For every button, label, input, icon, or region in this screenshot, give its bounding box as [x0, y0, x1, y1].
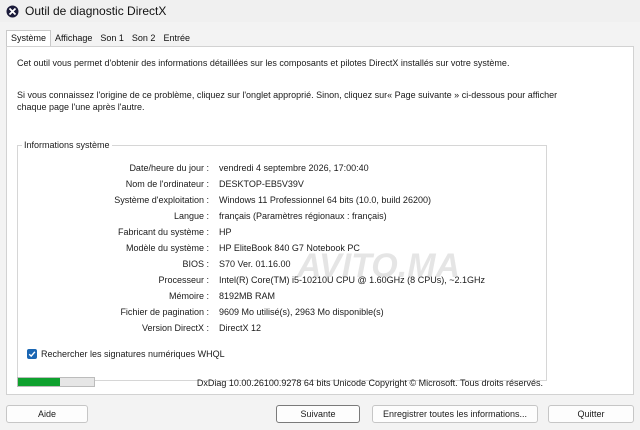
tab-son-2[interactable]: Son 2 — [128, 31, 160, 46]
system-tab-panel: Cet outil vous permet d'obtenir des info… — [6, 46, 634, 395]
info-row-language: Langue : français (Paramètres régionaux … — [18, 210, 538, 222]
system-info-title: Informations système — [22, 140, 112, 150]
info-label: Nom de l'ordinateur : — [125, 179, 209, 189]
info-label: Système d'exploitation : — [114, 195, 209, 205]
info-row-directx: Version DirectX : DirectX 12 — [18, 322, 538, 334]
quit-button[interactable]: Quitter — [548, 405, 634, 423]
checkmark-icon — [28, 351, 36, 358]
tab-entree[interactable]: Entrée — [159, 31, 194, 46]
window-title: Outil de diagnostic DirectX — [25, 4, 167, 18]
tab-son-1[interactable]: Son 1 — [96, 31, 128, 46]
info-row-bios: BIOS : S70 Ver. 01.16.00 — [18, 258, 538, 270]
copyright-text: DxDiag 10.00.26100.9278 64 bits Unicode … — [196, 378, 543, 388]
info-value: Windows 11 Professionnel 64 bits (10.0, … — [219, 195, 431, 205]
info-value: S70 Ver. 01.16.00 — [219, 259, 291, 269]
system-info-group: Informations système Date/heure du jour … — [17, 140, 547, 381]
next-button[interactable]: Suivante — [276, 405, 360, 423]
tab-strip: Système Affichage Son 1 Son 2 Entrée — [6, 30, 194, 47]
info-label: Fabricant du système : — [117, 227, 209, 237]
tab-affichage[interactable]: Affichage — [51, 31, 96, 46]
help-button[interactable]: Aide — [6, 405, 88, 423]
info-value: HP — [219, 227, 232, 237]
info-label: Modèle du système : — [125, 243, 209, 253]
info-label: Version DirectX : — [141, 323, 209, 333]
info-row-model: Modèle du système : HP EliteBook 840 G7 … — [18, 242, 538, 254]
info-label: Date/heure du jour : — [129, 163, 209, 173]
info-value: DESKTOP-EB5V39V — [219, 179, 304, 189]
progress-bar — [17, 377, 95, 387]
whql-checkbox[interactable] — [27, 349, 37, 359]
info-label: BIOS : — [182, 259, 209, 269]
info-label: Langue : — [173, 211, 209, 221]
info-row-manufacturer: Fabricant du système : HP — [18, 226, 538, 238]
whql-checkbox-label: Rechercher les signatures numériques WHQ… — [41, 349, 225, 359]
info-label: Mémoire : — [168, 291, 209, 301]
save-all-info-button[interactable]: Enregistrer toutes les informations... — [372, 405, 538, 423]
whql-checkbox-row[interactable]: Rechercher les signatures numériques WHQ… — [27, 349, 225, 359]
info-row-date: Date/heure du jour : vendredi 4 septembr… — [18, 162, 538, 174]
info-label: Processeur : — [158, 275, 209, 285]
intro-text-1: Cet outil vous permet d'obtenir des info… — [17, 58, 510, 68]
directx-x-icon — [6, 5, 19, 18]
title-bar: Outil de diagnostic DirectX — [0, 0, 640, 22]
info-value: français (Paramètres régionaux : françai… — [219, 211, 387, 221]
info-row-processor: Processeur : Intel(R) Core(TM) i5-10210U… — [18, 274, 538, 286]
info-row-memory: Mémoire : 8192MB RAM — [18, 290, 538, 302]
info-value: Intel(R) Core(TM) i5-10210U CPU @ 1.60GH… — [219, 275, 485, 285]
info-row-computer-name: Nom de l'ordinateur : DESKTOP-EB5V39V — [18, 178, 538, 190]
progress-fill — [18, 378, 60, 386]
info-value: HP EliteBook 840 G7 Notebook PC — [219, 243, 360, 253]
info-value: vendredi 4 septembre 2026, 17:00:40 — [219, 163, 369, 173]
info-value: DirectX 12 — [219, 323, 262, 333]
tab-systeme[interactable]: Système — [6, 30, 52, 47]
info-value: 8192MB RAM — [219, 291, 276, 301]
info-row-pagefile: Fichier de pagination : 9609 Mo utilisé(… — [18, 306, 538, 318]
info-label: Fichier de pagination : — [120, 307, 209, 317]
info-row-os: Système d'exploitation : Windows 11 Prof… — [18, 194, 538, 206]
intro-text-2: Si vous connaissez l'origine de ce probl… — [17, 90, 558, 112]
info-value: 9609 Mo utilisé(s), 2963 Mo disponible(s… — [219, 307, 384, 317]
